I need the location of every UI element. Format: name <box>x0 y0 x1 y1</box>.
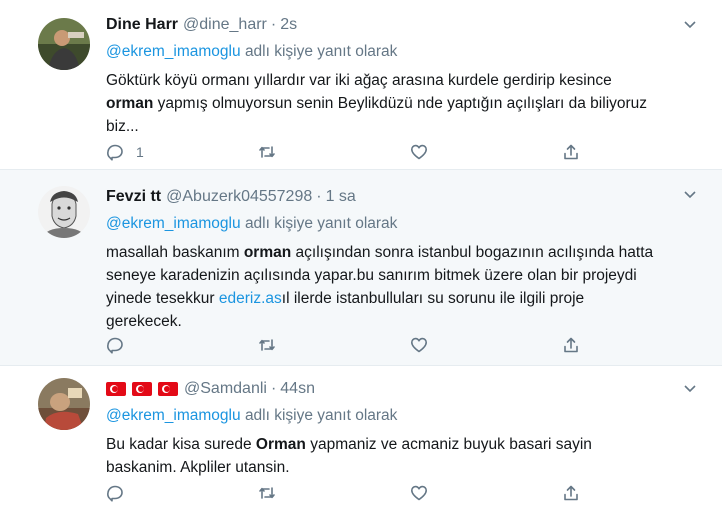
highlight-keyword: orman <box>243 244 292 261</box>
retweet-button[interactable] <box>258 141 276 163</box>
retweet-button[interactable] <box>258 482 276 504</box>
tweet-text: masallah baskanım orman açılışından sonr… <box>106 244 654 330</box>
tweet-feed: Dine Harr @dine_harr · 2s @ekrem_imamogl… <box>0 0 722 520</box>
tweet[interactable]: @Samdanli · 44sn @ekrem_imamoglu adlı ki… <box>0 366 722 520</box>
tweet[interactable]: Dine Harr @dine_harr · 2s @ekrem_imamogl… <box>0 0 722 170</box>
turkey-flag-icon <box>106 382 126 396</box>
reply-context: @ekrem_imamoglu adlı kişiye yanıt olarak <box>106 213 692 235</box>
share-button[interactable] <box>562 482 580 504</box>
tweet-header: Fevzi tt @Abuzerk04557298 · 1 sa <box>106 186 692 208</box>
tweet-header: Dine Harr @dine_harr · 2s <box>106 14 692 36</box>
caret-down-icon[interactable] <box>682 380 698 396</box>
share-icon <box>564 337 578 353</box>
separator: · <box>316 188 322 205</box>
user-handle[interactable]: @Abuzerk04557298 <box>166 186 312 208</box>
tweet-actions: 1 <box>106 141 586 163</box>
reply-context-text: adlı kişiye yanıt olarak <box>244 43 398 60</box>
display-name[interactable]: Fevzi tt <box>106 186 161 208</box>
tweet-actions <box>106 482 586 504</box>
separator: · <box>270 380 277 397</box>
display-name[interactable]: Dine Harr <box>106 14 178 36</box>
reply-context-text: adlı kişiye yanıt olarak <box>244 215 398 232</box>
tweet-header: @Samdanli · 44sn <box>106 378 692 400</box>
reply-context-text: adlı kişiye yanıt olarak <box>244 407 398 424</box>
retweet-icon <box>259 146 275 158</box>
retweet-button[interactable] <box>258 334 276 356</box>
highlight-keyword: Orman <box>255 436 306 453</box>
like-icon <box>411 485 427 501</box>
user-handle[interactable]: @Samdanli <box>184 378 267 400</box>
reply-mention-link[interactable]: @ekrem_imamoglu <box>106 43 241 60</box>
tweet[interactable]: Fevzi tt @Abuzerk04557298 · 1 sa @ekrem_… <box>0 170 722 366</box>
reply-button[interactable] <box>106 334 124 356</box>
inline-link[interactable]: ederiz.as <box>219 290 282 307</box>
avatar[interactable] <box>38 378 90 430</box>
avatar[interactable] <box>38 18 90 70</box>
share-button[interactable] <box>562 334 580 356</box>
turkey-flag-icon <box>158 382 178 396</box>
share-icon <box>564 485 578 501</box>
like-button[interactable] <box>410 334 428 356</box>
like-icon <box>411 337 427 353</box>
highlight-keyword: orman <box>106 95 154 112</box>
reply-icon <box>107 337 123 354</box>
retweet-icon <box>259 339 275 351</box>
tweet-text: Göktürk köyü ormanı yıllardır var iki ağ… <box>106 72 648 135</box>
like-icon <box>411 144 427 160</box>
reply-icon <box>107 485 123 502</box>
like-button[interactable] <box>410 482 428 504</box>
reply-icon <box>107 144 123 161</box>
turkey-flag-icon <box>132 382 152 396</box>
timestamp[interactable]: 2s <box>280 14 297 36</box>
share-button[interactable] <box>562 141 580 163</box>
avatar[interactable] <box>38 186 90 238</box>
caret-down-icon[interactable] <box>682 186 698 202</box>
flag-emoji-group <box>106 382 178 396</box>
reply-context: @ekrem_imamoglu adlı kişiye yanıt olarak <box>106 41 692 63</box>
separator: · <box>270 16 277 33</box>
user-handle[interactable]: @dine_harr <box>183 14 267 36</box>
tweet-actions <box>106 334 586 356</box>
retweet-icon <box>259 487 275 499</box>
like-button[interactable] <box>410 141 428 163</box>
caret-down-icon[interactable] <box>682 16 698 32</box>
reply-count: 1 <box>136 144 144 160</box>
timestamp[interactable]: 1 sa <box>326 186 356 208</box>
reply-mention-link[interactable]: @ekrem_imamoglu <box>106 215 241 232</box>
share-icon <box>564 144 578 160</box>
reply-mention-link[interactable]: @ekrem_imamoglu <box>106 407 241 424</box>
tweet-text: Bu kadar kisa surede Orman yapmaniz ve a… <box>106 436 592 476</box>
reply-context: @ekrem_imamoglu adlı kişiye yanıt olarak <box>106 405 692 427</box>
reply-button[interactable]: 1 <box>106 141 144 163</box>
reply-button[interactable] <box>106 482 124 504</box>
timestamp[interactable]: 44sn <box>280 378 315 400</box>
